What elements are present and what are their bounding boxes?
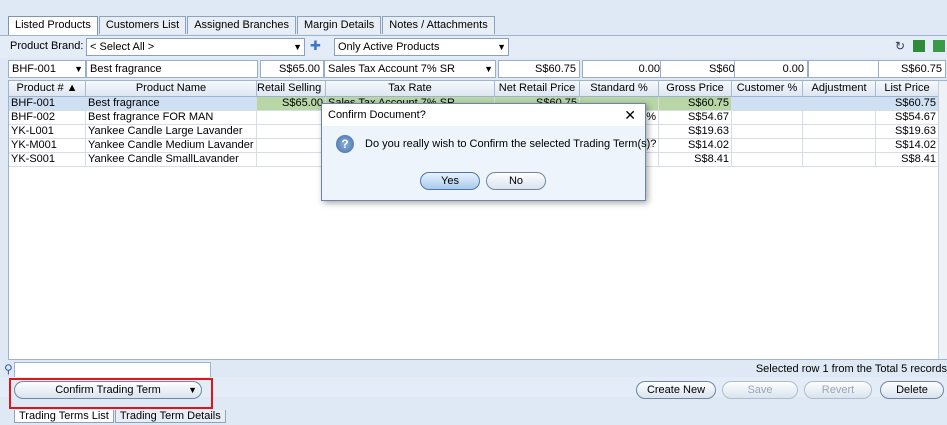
add-brand-icon[interactable]: ✚: [310, 38, 321, 54]
column-header-product-name[interactable]: Product Name: [86, 81, 257, 97]
tab-customers-list[interactable]: Customers List: [98, 16, 187, 34]
product-no-select[interactable]: BHF-001 ▼: [8, 60, 86, 78]
search-input[interactable]: [14, 362, 211, 378]
dialog-title: Confirm Document?: [322, 104, 645, 126]
product-name-input[interactable]: Best fragrance: [86, 60, 258, 78]
chevron-down-icon: ▼: [497, 42, 506, 52]
column-header-adjustment[interactable]: Adjustment: [803, 81, 876, 97]
confirm-dialog: Confirm Document? ✕ ? Do you really wish…: [321, 103, 656, 201]
customer-pct-input[interactable]: 0.00: [734, 60, 808, 78]
bottom-tab-bar: Trading Terms List Trading Term Details: [14, 410, 227, 423]
list-price-input[interactable]: S$60.75: [878, 60, 946, 78]
chevron-down-icon: ▼: [74, 64, 83, 74]
column-header-product-no[interactable]: Product # ▲: [9, 81, 86, 97]
dialog-message: Do you really wish to Confirm the select…: [365, 138, 657, 150]
vertical-scrollbar[interactable]: [938, 81, 947, 359]
net-retail-input[interactable]: S$60.75: [498, 60, 580, 78]
no-button[interactable]: No: [486, 172, 546, 190]
delete-button[interactable]: Delete: [880, 381, 944, 399]
revert-button[interactable]: Revert: [804, 381, 872, 399]
product-brand-label: Product Brand:: [10, 40, 84, 52]
active-status-select[interactable]: Only Active Products ▼: [334, 38, 509, 56]
column-header-customer-pct[interactable]: Customer %: [732, 81, 803, 97]
save-button[interactable]: Save: [722, 381, 798, 399]
chevron-down-icon: ▼: [484, 64, 493, 74]
tab-notes-attachments[interactable]: Notes / Attachments: [382, 16, 495, 34]
close-icon[interactable]: ✕: [624, 107, 636, 124]
import-icon[interactable]: [933, 40, 945, 52]
yes-button[interactable]: Yes: [420, 172, 480, 190]
highlight-box: [9, 378, 213, 409]
tab-listed-products[interactable]: Listed Products: [8, 16, 98, 35]
tab-margin-details[interactable]: Margin Details: [296, 16, 382, 34]
column-header-net-retail[interactable]: Net Retail Price: [495, 81, 580, 97]
create-new-button[interactable]: Create New: [636, 381, 716, 399]
tax-rate-select[interactable]: Sales Tax Account 7% SR ▼: [324, 60, 496, 78]
adjustment-input[interactable]: [808, 60, 880, 78]
active-status-value: Only Active Products: [338, 41, 440, 53]
filter-toolbar: Product Brand: < Select All > ▼ ✚ Only A…: [0, 35, 947, 58]
column-header-gross-price[interactable]: Gross Price: [659, 81, 732, 97]
column-header-retail-price[interactable]: Retail Selling Price: [257, 81, 326, 97]
retail-price-input[interactable]: S$65.00: [260, 60, 324, 78]
question-icon: ?: [336, 135, 354, 153]
tab-trading-term-details[interactable]: Trading Term Details: [114, 410, 226, 423]
product-brand-value: < Select All >: [90, 41, 155, 53]
export-icon[interactable]: [913, 40, 925, 52]
tab-assigned-branches[interactable]: Assigned Branches: [187, 16, 296, 34]
product-brand-select[interactable]: < Select All > ▼: [86, 38, 305, 56]
top-tab-bar: Listed Products Customers List Assigned …: [8, 16, 496, 35]
refresh-icon[interactable]: ↻: [895, 39, 905, 53]
column-header-standard-pct[interactable]: Standard %: [580, 81, 659, 97]
column-header-tax-rate[interactable]: Tax Rate: [326, 81, 495, 97]
column-header-list-price[interactable]: List Price: [876, 81, 939, 97]
tab-trading-terms-list[interactable]: Trading Terms List: [14, 410, 114, 423]
search-icon: ⚲: [4, 362, 13, 376]
standard-pct-input[interactable]: 0.00: [582, 60, 664, 78]
chevron-down-icon: ▼: [293, 42, 302, 52]
status-text: Selected row 1 from the Total 5 records: [755, 363, 947, 375]
